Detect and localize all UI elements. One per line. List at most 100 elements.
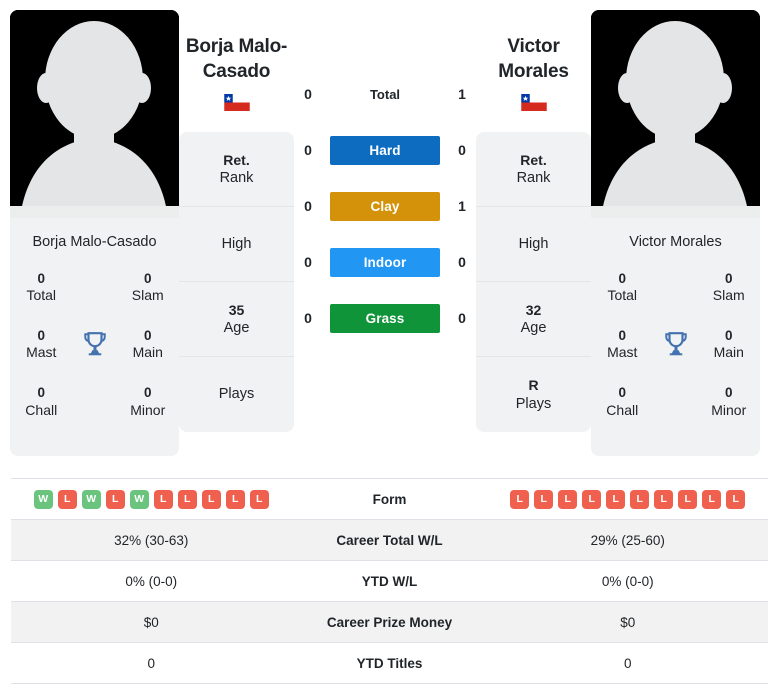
h2h-row-hard: 0 Hard 0 <box>294 122 476 178</box>
h2h-hard-left: 0 <box>304 142 312 158</box>
left-player-card[interactable]: Borja Malo-Casado 0 Total 0 Slam 0 Mast <box>10 10 179 456</box>
form-row-label: Form <box>372 491 407 507</box>
left-stat-chall: 0 Chall <box>10 378 73 435</box>
form-badge-right-1: L <box>534 489 554 509</box>
right-age-value: 32 <box>525 301 542 318</box>
h2h-clay-left: 0 <box>304 198 312 214</box>
right-stat-minor-label: Minor <box>711 401 747 418</box>
ytd-titles-label: YTD Titles <box>356 655 423 671</box>
ytd-titles-right: 0 <box>623 655 632 671</box>
left-age-row: 35 Age <box>179 282 294 358</box>
right-rank-label: Rank <box>516 170 551 187</box>
right-stat-mast-label: Mast <box>607 344 638 361</box>
career-prize-money-left: $0 <box>143 614 159 630</box>
h2h-row-clay: 0 Clay 1 <box>294 178 476 234</box>
surface-pill-hard[interactable]: Hard <box>330 135 440 165</box>
right-player-column: Victor Morales 0 Total 0 Slam 0 Mast 0 M… <box>591 10 760 456</box>
chile-flag-icon-right <box>520 94 547 112</box>
left-stat-main-value: 0 <box>143 328 152 344</box>
left-player-column: Borja Malo-Casado 0 Total 0 Slam 0 Mast <box>10 10 179 456</box>
left-rank-row: Ret. Rank <box>179 132 294 208</box>
left-age-value: 35 <box>228 301 245 318</box>
form-badge-left-5: L <box>153 489 173 509</box>
left-stat-total-value: 0 <box>37 271 45 286</box>
table-row-ytd-wl: 0% (0-0) YTD W/L 0% (0-0) <box>11 561 768 602</box>
right-plays-label: Plays <box>515 395 552 412</box>
left-stat-slam: 0 Slam <box>117 264 180 321</box>
left-rank-label: Rank <box>219 170 254 187</box>
h2h-total-label: Total <box>369 86 401 102</box>
left-player-photo <box>10 10 179 218</box>
left-plays-label: Plays <box>218 386 255 403</box>
form-badge-left-1: L <box>57 489 77 509</box>
table-row-ytd-titles: 0 YTD Titles 0 <box>11 643 768 684</box>
form-badge-right-5: L <box>630 489 650 509</box>
form-badge-right-3: L <box>582 489 602 509</box>
right-plays-value: R <box>528 377 539 394</box>
ytd-wl-label: YTD W/L <box>361 573 418 589</box>
left-plays-row: Plays <box>179 357 294 432</box>
form-badge-right-6: L <box>654 489 674 509</box>
right-player-name[interactable]: Victor Morales <box>476 35 591 84</box>
left-high-row: High <box>179 207 294 283</box>
form-badges-right: LLLLLLLLLL <box>488 481 769 518</box>
career-total-wl-label: Career Total W/L <box>336 532 443 548</box>
left-stat-total: 0 Total <box>10 264 73 321</box>
right-age-label: Age <box>520 320 547 337</box>
ytd-wl-right: 0% (0-0) <box>601 573 654 589</box>
right-stat-chall-label: Chall <box>606 401 639 418</box>
right-rank-row: Ret. Rank <box>476 132 591 208</box>
left-stat-main: 0 Main <box>117 321 180 378</box>
form-badge-left-9: L <box>249 489 269 509</box>
right-rank-value: Ret. <box>520 151 547 168</box>
left-titles-grid: 0 Total 0 Slam 0 Mast 0 Main 0 Chall 0 M… <box>10 264 179 456</box>
left-trophy-icon <box>73 321 117 378</box>
comparison-header: Borja Malo-Casado 0 Total 0 Slam 0 Mast <box>0 0 779 478</box>
left-rank-value: Ret. <box>223 151 250 168</box>
h2h-total-right: 1 <box>458 86 466 102</box>
h2h-grass-left: 0 <box>304 310 312 326</box>
right-stat-slam-label: Slam <box>712 287 745 304</box>
right-stat-minor: 0 Minor <box>698 378 761 435</box>
left-stat-chall-value: 0 <box>37 385 45 401</box>
right-player-card[interactable]: Victor Morales 0 Total 0 Slam 0 Mast 0 M… <box>591 10 760 456</box>
form-badge-right-8: L <box>702 489 722 509</box>
player-comparison-page: Borja Malo-Casado 0 Total 0 Slam 0 Mast <box>0 0 779 699</box>
left-stat-mast: 0 Mast <box>10 321 73 378</box>
left-stat-mast-label: Mast <box>26 344 57 361</box>
right-stat-main: 0 Main <box>698 321 761 378</box>
form-badge-right-7: L <box>678 489 698 509</box>
career-prize-money-label: Career Prize Money <box>326 614 453 630</box>
table-row-form: WLWLWLLLLL Form LLLLLLLLLL <box>11 479 768 520</box>
h2h-row-grass: 0 Grass 0 <box>294 290 476 346</box>
form-badge-right-2: L <box>558 489 578 509</box>
right-player-photo <box>591 10 760 218</box>
surface-pill-indoor[interactable]: Indoor <box>330 247 440 277</box>
form-badges-left: WLWLWLLLLL <box>11 481 292 518</box>
right-stat-mast: 0 Mast <box>591 321 654 378</box>
right-stat-mast-value: 0 <box>618 328 626 344</box>
form-badge-right-9: L <box>726 489 746 509</box>
left-stat-minor-value: 0 <box>143 385 152 401</box>
left-player-name[interactable]: Borja Malo-Casado <box>179 35 294 84</box>
table-row-career-total-wl: 32% (30-63) Career Total W/L 29% (25-60) <box>11 520 768 561</box>
surface-pill-grass[interactable]: Grass <box>330 303 440 333</box>
form-badge-left-8: L <box>225 489 245 509</box>
h2h-row-indoor: 0 Indoor 0 <box>294 234 476 290</box>
h2h-total-left: 0 <box>304 86 312 102</box>
career-total-wl-right: 29% (25-60) <box>590 532 665 548</box>
head-to-head-list: 0 Total 1 0 Hard 0 0 Clay 1 0 Indoor 0 0… <box>294 10 476 346</box>
right-stat-chall-value: 0 <box>618 385 626 401</box>
h2h-indoor-right: 0 <box>458 254 466 270</box>
right-stat-main-label: Main <box>713 344 744 361</box>
right-stat-main-value: 0 <box>724 328 733 344</box>
form-badge-right-0: L <box>510 489 530 509</box>
left-player-card-name: Borja Malo-Casado <box>32 234 157 250</box>
comparison-stats-table: WLWLWLLLLL Form LLLLLLLLLL 32% (30-63) C… <box>11 478 768 684</box>
right-high-row: High <box>476 207 591 283</box>
left-stat-minor-label: Minor <box>130 401 166 418</box>
surface-pill-clay[interactable]: Clay <box>330 191 440 221</box>
career-total-wl-left: 32% (30-63) <box>114 532 189 548</box>
spacer-cell-top <box>73 264 117 321</box>
right-stat-minor-value: 0 <box>724 385 733 401</box>
